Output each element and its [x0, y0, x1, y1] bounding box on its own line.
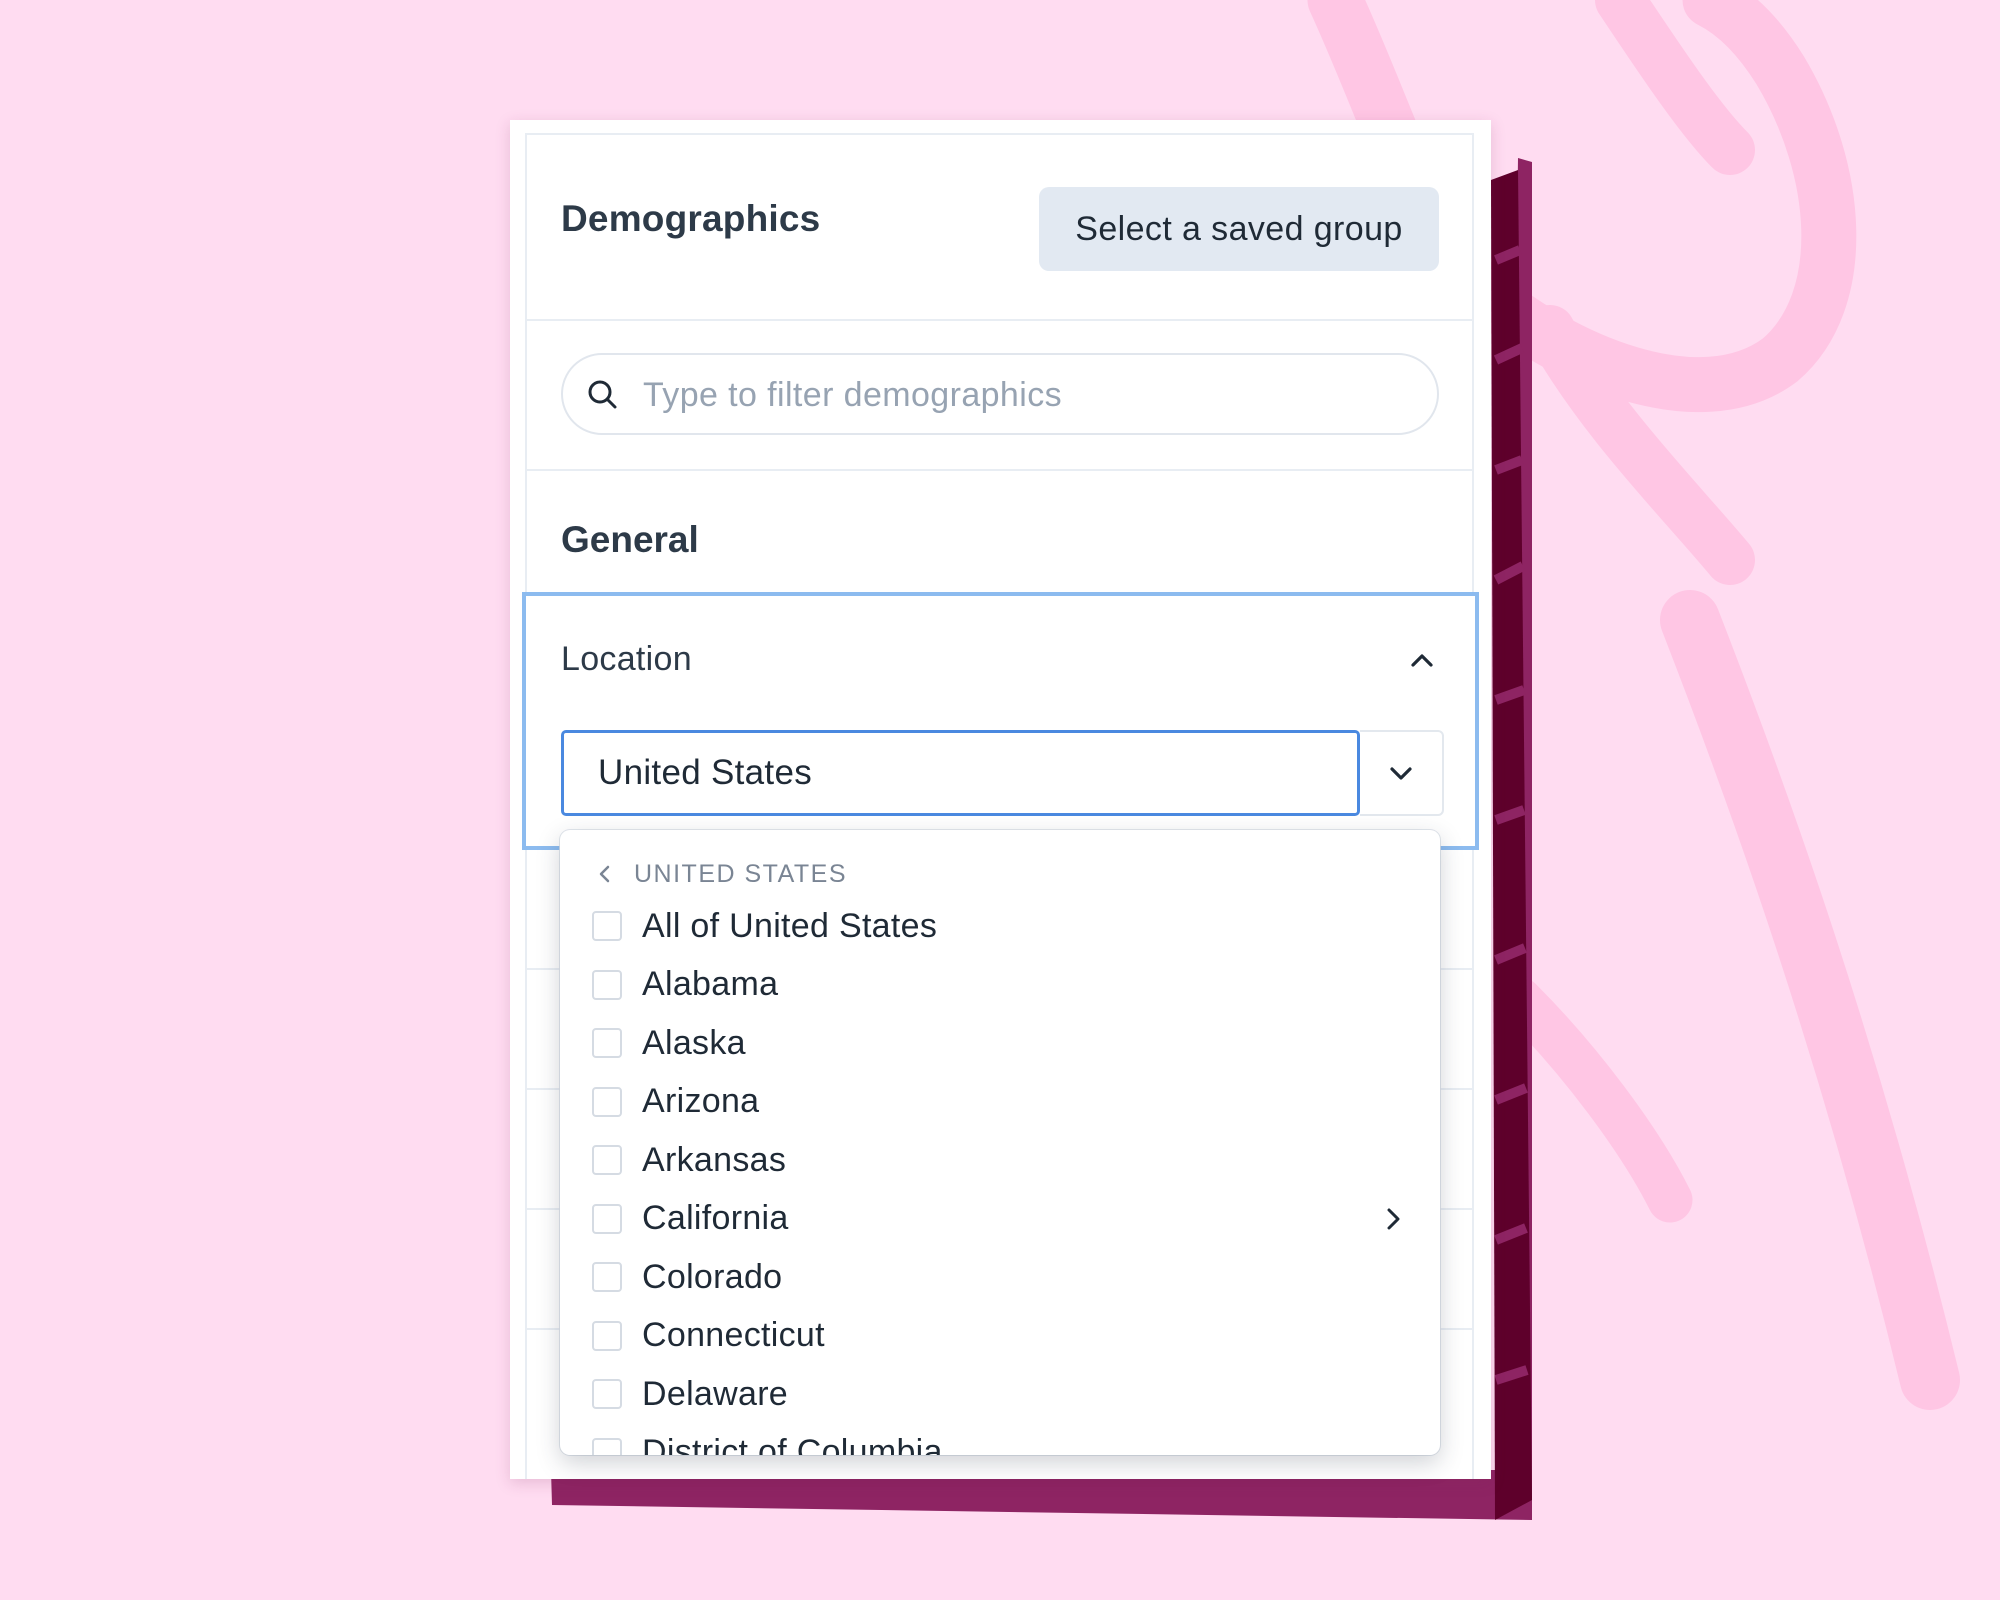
option-checkbox[interactable] — [592, 1262, 622, 1292]
dropdown-option[interactable]: Connecticut — [592, 1309, 1422, 1363]
location-label: Location — [561, 640, 692, 678]
search-icon — [588, 380, 617, 409]
dropdown-back-button[interactable]: UNITED STATES — [594, 854, 847, 894]
location-dropdown-toggle[interactable] — [1360, 730, 1444, 816]
location-select-input[interactable] — [561, 730, 1360, 816]
option-label: California — [642, 1199, 789, 1237]
option-checkbox[interactable] — [592, 1437, 622, 1455]
dropdown-option[interactable]: California — [592, 1192, 1422, 1246]
option-label: Connecticut — [642, 1316, 825, 1354]
option-checkbox[interactable] — [592, 1203, 622, 1234]
option-checkbox[interactable] — [592, 1379, 622, 1409]
option-label: Colorado — [642, 1257, 783, 1296]
location-dropdown-menu: UNITED STATES All of United States Alabam… — [560, 830, 1440, 1455]
dropdown-breadcrumb: UNITED STATES — [634, 859, 848, 888]
option-checkbox[interactable] — [592, 911, 622, 941]
panel-title: Demographics — [561, 198, 821, 239]
option-checkbox[interactable] — [592, 1320, 622, 1351]
section-title-general: General — [561, 519, 699, 560]
dropdown-option[interactable]: Alabama — [592, 958, 1422, 1012]
location-filter-section: Location — [522, 592, 1479, 850]
option-label: Arkansas — [642, 1140, 787, 1179]
option-label: All of United States — [642, 906, 938, 945]
dropdown-option[interactable]: District of Columbia — [592, 1426, 1422, 1455]
option-label: Arizona — [642, 1082, 760, 1120]
option-label: District of Columbia — [642, 1433, 943, 1455]
option-label: Alaska — [642, 1023, 746, 1062]
dropdown-option[interactable]: Alaska — [592, 1016, 1422, 1070]
chevron-down-icon — [1390, 767, 1412, 780]
search-box[interactable] — [561, 353, 1439, 435]
option-label: Alabama — [642, 965, 779, 1003]
divider — [527, 469, 1472, 471]
option-checkbox[interactable] — [592, 1145, 622, 1175]
option-checkbox[interactable] — [592, 1028, 622, 1058]
option-checkbox[interactable] — [592, 969, 622, 1000]
dropdown-option[interactable]: All of United States — [592, 899, 1422, 953]
option-label: Delaware — [642, 1374, 789, 1413]
select-saved-group-button[interactable]: Select a saved group — [1039, 187, 1439, 271]
search-input[interactable] — [641, 363, 1425, 427]
panel-header: Demographics Select a saved group — [527, 135, 1472, 321]
dropdown-option[interactable]: Arkansas — [592, 1133, 1422, 1187]
chevron-right-icon[interactable] — [1378, 1204, 1408, 1234]
dropdown-option[interactable]: Arizona — [592, 1075, 1422, 1129]
chevron-left-icon — [599, 865, 610, 883]
chevron-up-icon[interactable] — [1406, 644, 1438, 676]
dropdown-option[interactable]: Colorado — [592, 1250, 1422, 1304]
option-checkbox[interactable] — [592, 1086, 622, 1117]
dropdown-option[interactable]: Delaware — [592, 1367, 1422, 1421]
